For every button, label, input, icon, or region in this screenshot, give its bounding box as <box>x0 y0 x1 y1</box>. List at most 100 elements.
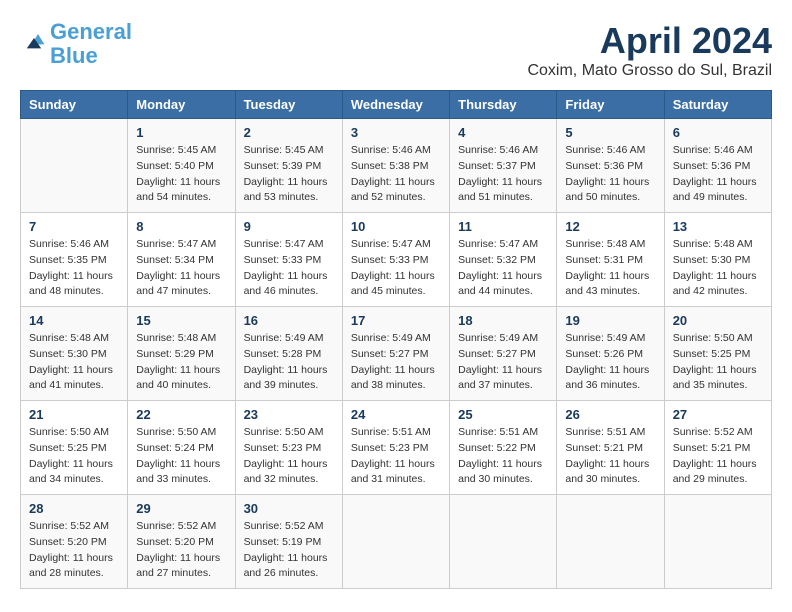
day-number: 9 <box>244 219 334 234</box>
day-cell: 11Sunrise: 5:47 AM Sunset: 5:32 PM Dayli… <box>450 213 557 307</box>
day-info: Sunrise: 5:47 AM Sunset: 5:33 PM Dayligh… <box>244 237 334 300</box>
day-cell: 15Sunrise: 5:48 AM Sunset: 5:29 PM Dayli… <box>128 307 235 401</box>
day-info: Sunrise: 5:51 AM Sunset: 5:23 PM Dayligh… <box>351 425 441 488</box>
day-cell: 2 Sunrise: 5:45 AM Sunset: 5:39 PM Daylig… <box>235 119 342 213</box>
day-cell: 26 Sunrise: 5:51 AM Sunset: 5:21 PM Dayli… <box>557 401 664 495</box>
day-info: Sunrise: 5:45 AM Sunset: 5:39 PM Dayligh… <box>244 143 334 206</box>
day-info: Sunrise: 5:49 AM Sunset: 5:28 PM Dayligh… <box>244 331 334 394</box>
day-number: 25 <box>458 407 548 422</box>
col-header-monday: Monday <box>128 91 235 119</box>
day-info: Sunrise: 5:50 AM Sunset: 5:24 PM Dayligh… <box>136 425 226 488</box>
day-number: 27 <box>673 407 763 422</box>
month-title: April 2024 <box>527 20 772 62</box>
day-cell <box>21 119 128 213</box>
week-row-3: 14 Sunrise: 5:48 AM Sunset: 5:30 PM Dayli… <box>21 307 772 401</box>
day-cell: 5 Sunrise: 5:46 AM Sunset: 5:36 PM Daylig… <box>557 119 664 213</box>
day-info: Sunrise: 5:46 AM Sunset: 5:38 PM Dayligh… <box>351 143 441 206</box>
day-cell <box>557 495 664 589</box>
day-number: 19 <box>565 313 655 328</box>
day-number: 18 <box>458 313 548 328</box>
week-row-5: 28 Sunrise: 5:52 AM Sunset: 5:20 PM Dayli… <box>21 495 772 589</box>
logo: General Blue <box>20 20 132 68</box>
page-header: General Blue April 2024 Coxim, Mato Gros… <box>20 20 772 80</box>
col-header-tuesday: Tuesday <box>235 91 342 119</box>
day-cell: 19 Sunrise: 5:49 AM Sunset: 5:26 PM Dayli… <box>557 307 664 401</box>
day-cell: 4 Sunrise: 5:46 AM Sunset: 5:37 PM Daylig… <box>450 119 557 213</box>
day-info: Sunrise: 5:46 AM Sunset: 5:36 PM Dayligh… <box>673 143 763 206</box>
day-number: 5 <box>565 125 655 140</box>
day-number: 8 <box>136 219 226 234</box>
location: Coxim, Mato Grosso do Sul, Brazil <box>527 62 772 80</box>
logo-text: General Blue <box>50 20 132 68</box>
day-cell: 13Sunrise: 5:48 AM Sunset: 5:30 PM Dayli… <box>664 213 771 307</box>
day-cell: 29 Sunrise: 5:52 AM Sunset: 5:20 PM Dayli… <box>128 495 235 589</box>
day-cell: 7Sunrise: 5:46 AM Sunset: 5:35 PM Daylig… <box>21 213 128 307</box>
day-info: Sunrise: 5:50 AM Sunset: 5:25 PM Dayligh… <box>673 331 763 394</box>
day-cell: 20 Sunrise: 5:50 AM Sunset: 5:25 PM Dayli… <box>664 307 771 401</box>
day-info: Sunrise: 5:47 AM Sunset: 5:32 PM Dayligh… <box>458 237 548 300</box>
day-number: 6 <box>673 125 763 140</box>
day-info: Sunrise: 5:46 AM Sunset: 5:36 PM Dayligh… <box>565 143 655 206</box>
col-header-wednesday: Wednesday <box>342 91 449 119</box>
calendar-header-row: SundayMondayTuesdayWednesdayThursdayFrid… <box>21 91 772 119</box>
day-number: 20 <box>673 313 763 328</box>
day-info: Sunrise: 5:45 AM Sunset: 5:40 PM Dayligh… <box>136 143 226 206</box>
day-cell: 9 Sunrise: 5:47 AM Sunset: 5:33 PM Daylig… <box>235 213 342 307</box>
day-info: Sunrise: 5:49 AM Sunset: 5:27 PM Dayligh… <box>458 331 548 394</box>
day-cell: 10 Sunrise: 5:47 AM Sunset: 5:33 PM Dayli… <box>342 213 449 307</box>
day-number: 21 <box>29 407 119 422</box>
col-header-friday: Friday <box>557 91 664 119</box>
day-info: Sunrise: 5:46 AM Sunset: 5:37 PM Dayligh… <box>458 143 548 206</box>
day-info: Sunrise: 5:51 AM Sunset: 5:22 PM Dayligh… <box>458 425 548 488</box>
day-info: Sunrise: 5:50 AM Sunset: 5:25 PM Dayligh… <box>29 425 119 488</box>
day-cell: 16Sunrise: 5:49 AM Sunset: 5:28 PM Dayli… <box>235 307 342 401</box>
day-number: 15 <box>136 313 226 328</box>
day-info: Sunrise: 5:52 AM Sunset: 5:19 PM Dayligh… <box>244 519 334 582</box>
day-number: 29 <box>136 501 226 516</box>
day-cell: 12 Sunrise: 5:48 AM Sunset: 5:31 PM Dayli… <box>557 213 664 307</box>
day-info: Sunrise: 5:52 AM Sunset: 5:20 PM Dayligh… <box>136 519 226 582</box>
day-info: Sunrise: 5:48 AM Sunset: 5:30 PM Dayligh… <box>29 331 119 394</box>
col-header-thursday: Thursday <box>450 91 557 119</box>
day-number: 24 <box>351 407 441 422</box>
day-cell: 30Sunrise: 5:52 AM Sunset: 5:19 PM Dayli… <box>235 495 342 589</box>
logo-icon <box>22 30 46 54</box>
day-info: Sunrise: 5:48 AM Sunset: 5:31 PM Dayligh… <box>565 237 655 300</box>
day-info: Sunrise: 5:52 AM Sunset: 5:21 PM Dayligh… <box>673 425 763 488</box>
week-row-2: 7Sunrise: 5:46 AM Sunset: 5:35 PM Daylig… <box>21 213 772 307</box>
day-cell: 17 Sunrise: 5:49 AM Sunset: 5:27 PM Dayli… <box>342 307 449 401</box>
day-number: 10 <box>351 219 441 234</box>
day-cell: 27 Sunrise: 5:52 AM Sunset: 5:21 PM Dayli… <box>664 401 771 495</box>
day-cell: 22 Sunrise: 5:50 AM Sunset: 5:24 PM Dayli… <box>128 401 235 495</box>
day-number: 4 <box>458 125 548 140</box>
title-block: April 2024 Coxim, Mato Grosso do Sul, Br… <box>527 20 772 80</box>
day-number: 17 <box>351 313 441 328</box>
calendar-table: SundayMondayTuesdayWednesdayThursdayFrid… <box>20 90 772 589</box>
day-cell: 28Sunrise: 5:52 AM Sunset: 5:20 PM Dayli… <box>21 495 128 589</box>
day-number: 28 <box>29 501 119 516</box>
day-number: 23 <box>244 407 334 422</box>
day-number: 3 <box>351 125 441 140</box>
day-info: Sunrise: 5:47 AM Sunset: 5:33 PM Dayligh… <box>351 237 441 300</box>
day-number: 22 <box>136 407 226 422</box>
day-cell: 24 Sunrise: 5:51 AM Sunset: 5:23 PM Dayli… <box>342 401 449 495</box>
day-cell <box>450 495 557 589</box>
col-header-saturday: Saturday <box>664 91 771 119</box>
day-info: Sunrise: 5:49 AM Sunset: 5:27 PM Dayligh… <box>351 331 441 394</box>
day-cell <box>664 495 771 589</box>
col-header-sunday: Sunday <box>21 91 128 119</box>
day-cell: 18 Sunrise: 5:49 AM Sunset: 5:27 PM Dayli… <box>450 307 557 401</box>
day-cell: 25 Sunrise: 5:51 AM Sunset: 5:22 PM Dayli… <box>450 401 557 495</box>
day-number: 26 <box>565 407 655 422</box>
day-cell <box>342 495 449 589</box>
day-info: Sunrise: 5:48 AM Sunset: 5:30 PM Dayligh… <box>673 237 763 300</box>
day-number: 2 <box>244 125 334 140</box>
day-cell: 21 Sunrise: 5:50 AM Sunset: 5:25 PM Dayli… <box>21 401 128 495</box>
day-number: 14 <box>29 313 119 328</box>
day-info: Sunrise: 5:49 AM Sunset: 5:26 PM Dayligh… <box>565 331 655 394</box>
week-row-1: 1Sunrise: 5:45 AM Sunset: 5:40 PM Daylig… <box>21 119 772 213</box>
week-row-4: 21 Sunrise: 5:50 AM Sunset: 5:25 PM Dayli… <box>21 401 772 495</box>
day-number: 12 <box>565 219 655 234</box>
day-cell: 3 Sunrise: 5:46 AM Sunset: 5:38 PM Daylig… <box>342 119 449 213</box>
day-info: Sunrise: 5:51 AM Sunset: 5:21 PM Dayligh… <box>565 425 655 488</box>
